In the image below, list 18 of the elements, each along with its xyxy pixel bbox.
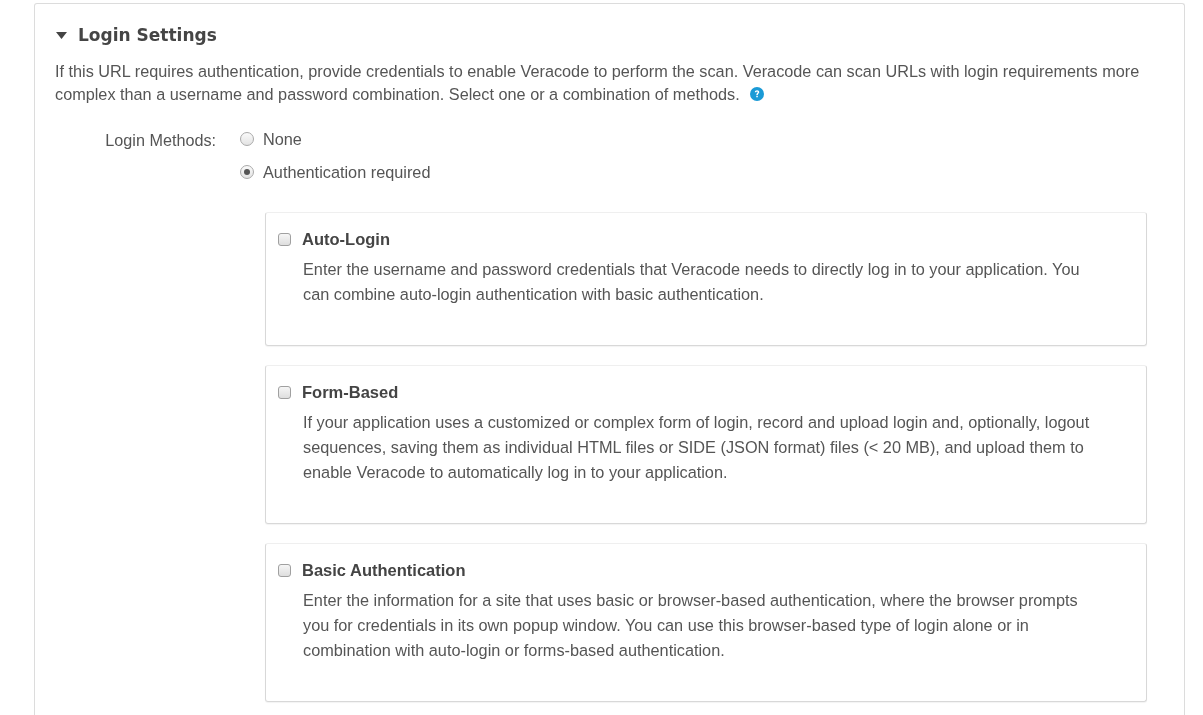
radio-button[interactable] — [240, 132, 254, 146]
caret-icon[interactable] — [56, 31, 67, 39]
description-text: If this URL requires authentication, provide credentials to enable Veracode to perform the scan. Veracode can scan URLs with login requirements more complex than a username and password combination. Select one or a combination of methods. — [55, 61, 1141, 105]
radio-option[interactable]: Authentication required — [240, 161, 431, 183]
method-description: Enter the information for a site that uses basic or browser-based authentication, where the browser prompts you for credentials in its own popup window. You can use this browser-based type of login alone or in combination with auto-login or forms-based authentication. — [303, 590, 1079, 661]
section-title: Login Settings — [78, 25, 217, 45]
help-icon[interactable] — [749, 87, 764, 101]
method-description: Enter the username and password credentials that Veracode needs to directly log in to your application. You can combine auto-login authentication with basic authentication. — [303, 259, 1081, 305]
method-title: Form-Based — [302, 382, 399, 402]
checkbox[interactable] — [278, 385, 291, 399]
radio-button[interactable] — [240, 165, 254, 179]
checkbox[interactable] — [278, 563, 291, 577]
method-title: Basic Authentication — [302, 560, 466, 580]
method-title: Auto-Login — [302, 229, 390, 249]
method-description: If your application uses a customized or complex form of login, record and upload login and, optionally, logout sequences, saving them as individual HTML files or SIDE (JSON format) files (< 20 MB), and upload them to enable Veracode to automatically log in to your application. — [303, 412, 1091, 483]
login-methods-label: Login Methods: — [105, 130, 216, 151]
radio-option[interactable]: None — [240, 128, 302, 150]
checkbox[interactable] — [278, 232, 291, 246]
